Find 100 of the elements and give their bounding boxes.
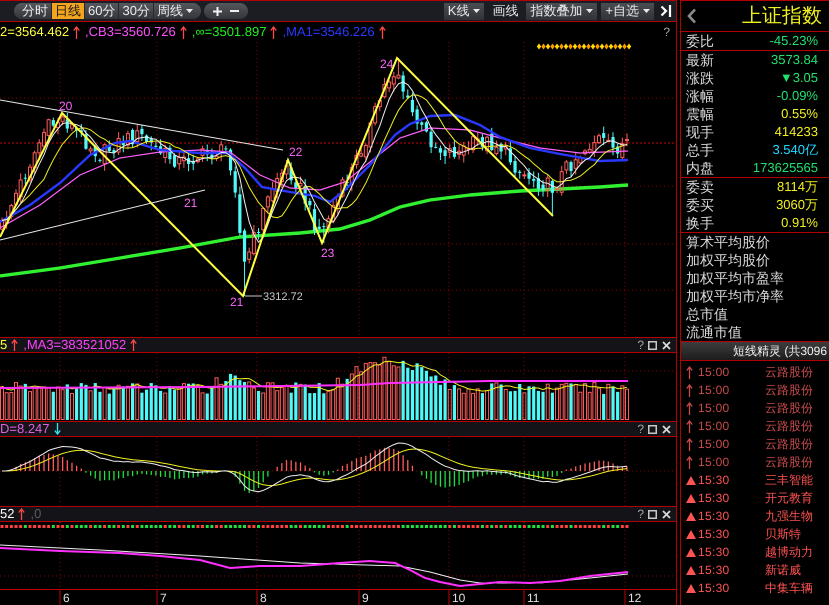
maximize-icon[interactable] bbox=[648, 510, 657, 518]
up-arrow-icon bbox=[378, 26, 386, 38]
up-arrow-icon bbox=[686, 402, 693, 414]
signal-time: 15:00 bbox=[698, 383, 731, 397]
close-icon[interactable] bbox=[662, 340, 671, 350]
signal-time: 15:00 bbox=[698, 437, 731, 451]
stock-name[interactable]: 云路股份 bbox=[765, 419, 813, 433]
signal-time: 15:30 bbox=[698, 527, 731, 541]
stock-name[interactable]: 云路股份 bbox=[765, 365, 813, 379]
field-value: 8114万 bbox=[777, 179, 818, 195]
indicator-value: ,0 bbox=[30, 508, 42, 520]
up-arrow-icon bbox=[180, 26, 187, 38]
toolbar-button[interactable]: 指数叠加 bbox=[526, 2, 598, 20]
help-button[interactable]: ? bbox=[637, 339, 644, 351]
price-label: 3312.72 bbox=[263, 291, 303, 303]
field-label: 最新 bbox=[686, 52, 714, 68]
list-header: 短线精灵 (共3096 bbox=[681, 342, 829, 361]
help-button[interactable]: ? bbox=[637, 423, 644, 435]
up-arrow-icon bbox=[686, 438, 693, 450]
collapse-button[interactable] bbox=[658, 4, 674, 18]
up-arrow-icon bbox=[18, 508, 26, 520]
stock-name[interactable]: 中集车辆 bbox=[765, 581, 813, 595]
field-value: ▼3.05 bbox=[780, 70, 818, 86]
field-value: 3060万 bbox=[776, 197, 818, 213]
stock-name[interactable]: 云路股份 bbox=[765, 437, 813, 451]
wave-label: 20 bbox=[59, 99, 72, 113]
field-label: 总手 bbox=[686, 142, 714, 158]
indicator-value: 52 bbox=[0, 508, 14, 520]
indicator-value: ,∞=3501.897 bbox=[192, 25, 266, 39]
toolbar-button[interactable]: +自选 bbox=[601, 2, 654, 20]
stock-name[interactable]: 越博动力 bbox=[765, 545, 813, 559]
close-icon[interactable] bbox=[662, 424, 671, 434]
up-arrow-icon bbox=[686, 420, 693, 432]
axis-label: 11 bbox=[527, 591, 540, 605]
help-button[interactable]: ? bbox=[637, 508, 644, 520]
field-label: 委比 bbox=[686, 32, 714, 50]
field-label: 流通市值 bbox=[686, 324, 742, 340]
field-label: 委卖 bbox=[686, 178, 714, 196]
axis-label: 8 bbox=[260, 591, 267, 605]
up-arrow-icon bbox=[686, 366, 693, 378]
wave-label: 24 bbox=[380, 57, 394, 71]
index-name: 上证指数 bbox=[742, 4, 822, 28]
stock-name[interactable]: 云路股份 bbox=[765, 455, 813, 469]
axis-label: 12 bbox=[628, 591, 642, 605]
axis-label: 9 bbox=[362, 591, 369, 605]
field-label: 震幅 bbox=[686, 106, 714, 122]
indicator-value: ,MA3=383521052 bbox=[23, 339, 126, 351]
toolbar-button[interactable]: K线 bbox=[444, 2, 484, 20]
period-tab[interactable]: 30分 bbox=[118, 3, 153, 19]
field-label: 算术平均股价 bbox=[686, 234, 770, 250]
plus-icon bbox=[212, 6, 222, 16]
up-arrow-icon bbox=[11, 339, 18, 351]
help-button[interactable]: ? bbox=[663, 26, 670, 38]
indicator-value: D=8.247 bbox=[0, 423, 50, 435]
signal-time: 15:30 bbox=[698, 563, 731, 577]
signal-time: 15:30 bbox=[698, 545, 731, 559]
field-value: 173625565 bbox=[752, 160, 818, 176]
up-arrow-icon bbox=[73, 26, 80, 38]
up-arrow-icon bbox=[130, 339, 138, 351]
field-value: -0.09% bbox=[776, 88, 818, 104]
signal-time: 15:00 bbox=[698, 401, 731, 415]
signal-time: 15:30 bbox=[698, 491, 731, 505]
stock-name[interactable]: 开元教育 bbox=[765, 491, 813, 505]
field-value: 0.55% bbox=[781, 106, 818, 122]
stock-name[interactable]: 九强生物 bbox=[765, 509, 813, 523]
field-label: 现手 bbox=[686, 124, 714, 140]
wave-label: 23 bbox=[321, 246, 334, 260]
indicator-value: ,MA1=3546.226 bbox=[282, 25, 375, 39]
wave-label: 22 bbox=[289, 145, 302, 159]
period-tab[interactable]: 日线 bbox=[51, 3, 84, 19]
stock-name[interactable]: 云路股份 bbox=[765, 401, 813, 415]
field-value: 3573.84 bbox=[771, 52, 818, 68]
field-label: 加权平均市净率 bbox=[686, 288, 784, 304]
signal-time: 15:00 bbox=[698, 419, 731, 433]
stock-name[interactable]: 新诺威 bbox=[765, 563, 801, 577]
axis-label: 6 bbox=[63, 591, 70, 605]
period-tab[interactable]: 60分 bbox=[84, 3, 118, 19]
stock-name[interactable]: 贝斯特 bbox=[765, 527, 801, 541]
period-tab[interactable]: 周线 bbox=[152, 3, 196, 19]
maximize-icon[interactable] bbox=[648, 340, 657, 350]
up-arrow-icon bbox=[270, 26, 278, 38]
field-label: 加权平均股价 bbox=[686, 252, 770, 268]
axis-label: 10 bbox=[452, 591, 466, 605]
field-label: 换手 bbox=[686, 214, 714, 232]
chevron-left-icon[interactable] bbox=[687, 8, 697, 24]
field-label: 内盘 bbox=[686, 160, 714, 176]
maximize-icon[interactable] bbox=[648, 424, 657, 434]
field-label: 委买 bbox=[686, 196, 714, 214]
signal-time: 15:00 bbox=[698, 455, 731, 469]
up-arrow-icon bbox=[686, 456, 693, 468]
down-arrow-icon bbox=[54, 423, 61, 435]
field-label: 加权平均市盈率 bbox=[686, 270, 784, 286]
signal-time: 15:30 bbox=[698, 473, 731, 487]
stock-name[interactable]: 云路股份 bbox=[765, 383, 813, 397]
close-icon[interactable] bbox=[662, 510, 671, 518]
stock-name[interactable]: 三丰智能 bbox=[765, 473, 813, 487]
signal-time: 15:00 bbox=[698, 365, 731, 379]
period-tab[interactable]: 分时 bbox=[19, 3, 51, 19]
up-arrow-icon bbox=[686, 384, 693, 396]
toolbar-button[interactable]: 画线 bbox=[488, 2, 522, 20]
